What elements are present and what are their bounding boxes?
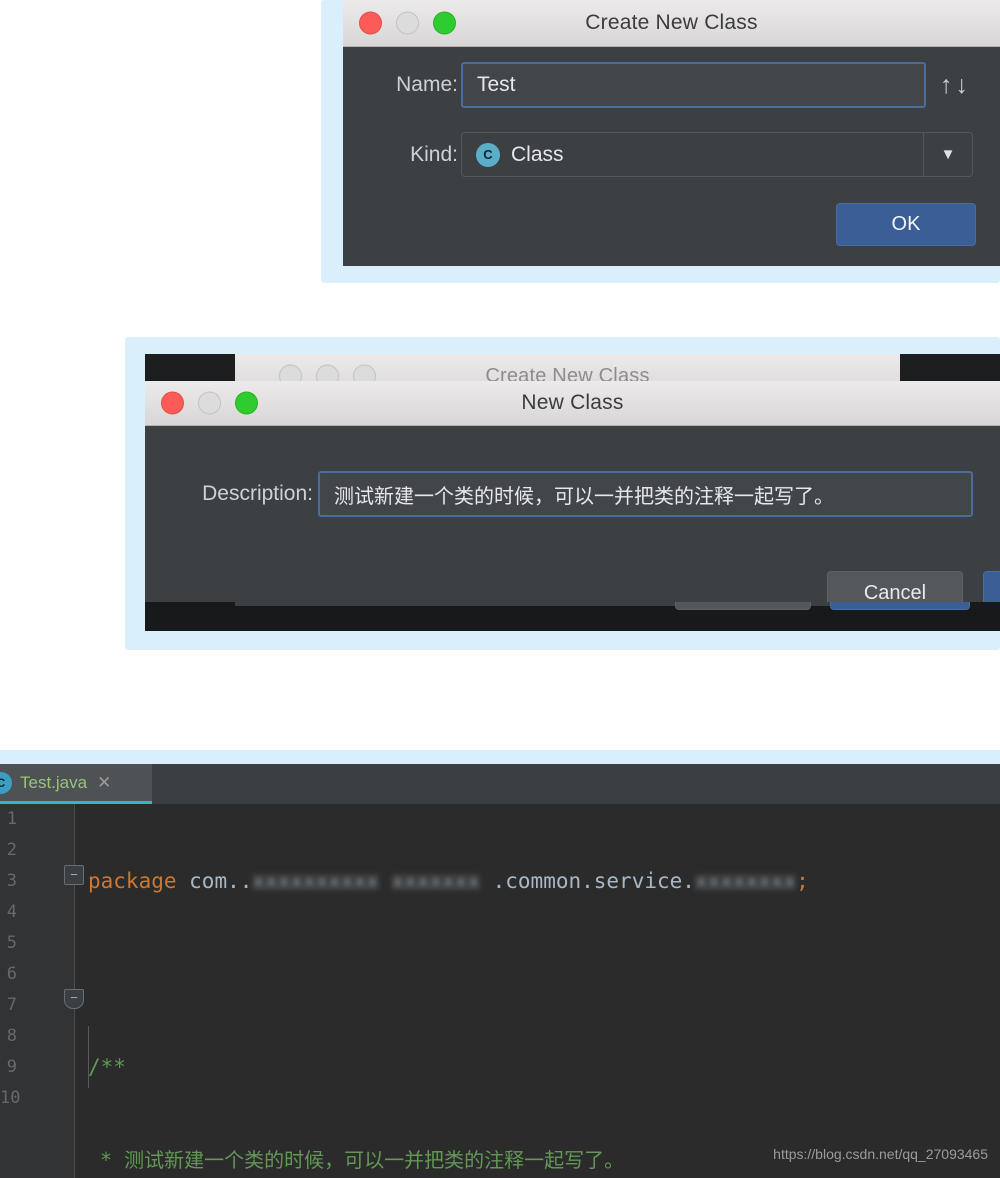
screenshot-root: Create New Class Name: Test ↑↓ Kind: C C… [0, 0, 1000, 1178]
tab-filename: Test.java [20, 773, 87, 793]
line-number: 10 [0, 1083, 74, 1114]
new-class-dialog: New Class Description: 测试新建一个类的时候，可以一并把类… [145, 381, 1000, 602]
line-number: 9 [0, 1052, 74, 1083]
redacted-package-part: xxxxxxxxxx [252, 866, 378, 897]
line-number: 3 [0, 866, 74, 897]
code-editor: C Test.java ✕ 1 2 3 4 5 6 7 8 9 10 − − p… [0, 764, 1000, 1178]
editor-top-blue-strip [0, 750, 1000, 764]
dialog1-titlebar[interactable]: Create New Class [343, 0, 1000, 47]
redacted-package-part: xxxxxxx [391, 866, 480, 897]
description-input[interactable]: 测试新建一个类的时候，可以一并把类的注释一起写了。 [318, 471, 973, 517]
java-class-icon: C [0, 772, 12, 794]
chevron-down-icon[interactable]: ▼ [923, 133, 972, 176]
line-number: 1 [0, 804, 74, 835]
dialog2-body: Description: 测试新建一个类的时候，可以一并把类的注释一起写了。 C… [145, 426, 1000, 602]
name-label: Name: [356, 73, 458, 97]
javadoc-description: * 测试新建一个类的时候，可以一并把类的注释一起写了。 [88, 1148, 624, 1172]
kind-row: Kind: C Class ▼ [343, 132, 1000, 177]
dialog1-title: Create New Class [343, 0, 1000, 46]
dialog1-body: Name: Test ↑↓ Kind: C Class ▼ Cancel OK [343, 47, 1000, 266]
editor-gutter[interactable]: 1 2 3 4 5 6 7 8 9 10 [0, 804, 74, 1178]
dialog2-cancel-button[interactable]: Cancel [827, 571, 963, 602]
watermark-url: https://blog.csdn.net/qq_27093465 [773, 1146, 988, 1162]
sort-arrows-icon[interactable]: ↑↓ [940, 71, 971, 100]
line-number: 5 [0, 928, 74, 959]
dialog2-title: New Class [145, 381, 1000, 425]
redacted-package-part: xxxxxxxx [695, 866, 796, 897]
code-line-3: /** [74, 1052, 1000, 1083]
code-line-2 [74, 959, 1000, 990]
description-label: Description: [163, 482, 313, 506]
class-name-input[interactable]: Test [461, 62, 926, 108]
editor-code-area[interactable]: package com..xxxxxxxxxx xxxxxxx .common.… [74, 804, 1000, 1178]
dialog1-ok-button[interactable]: OK [836, 203, 976, 246]
line-number: 6 [0, 959, 74, 990]
name-row: Name: Test ↑↓ [343, 62, 1000, 108]
create-new-class-dialog: Create New Class Name: Test ↑↓ Kind: C C… [343, 0, 1000, 266]
editor-tabstrip: C Test.java ✕ [0, 764, 1000, 804]
kind-select[interactable]: C Class ▼ [461, 132, 973, 177]
kind-selected-value: Class [511, 143, 564, 167]
keyword-package: package [88, 869, 177, 893]
dialog2-titlebar[interactable]: New Class [145, 381, 1000, 426]
line-number: 4 [0, 897, 74, 928]
close-icon[interactable]: ✕ [97, 773, 111, 793]
line-number: 2 [0, 835, 74, 866]
description-row: Description: 测试新建一个类的时候，可以一并把类的注释一起写了。 [145, 471, 1000, 517]
class-icon: C [476, 143, 500, 167]
kind-label: Kind: [356, 143, 458, 167]
line-number: 8 [0, 1021, 74, 1052]
code-line-1: package com..xxxxxxxxxx xxxxxxx .common.… [74, 866, 1000, 897]
line-number: 7 [0, 990, 74, 1021]
tab-test-java[interactable]: C Test.java ✕ [0, 764, 152, 804]
dialog2-ok-button[interactable]: OK [983, 571, 1000, 602]
